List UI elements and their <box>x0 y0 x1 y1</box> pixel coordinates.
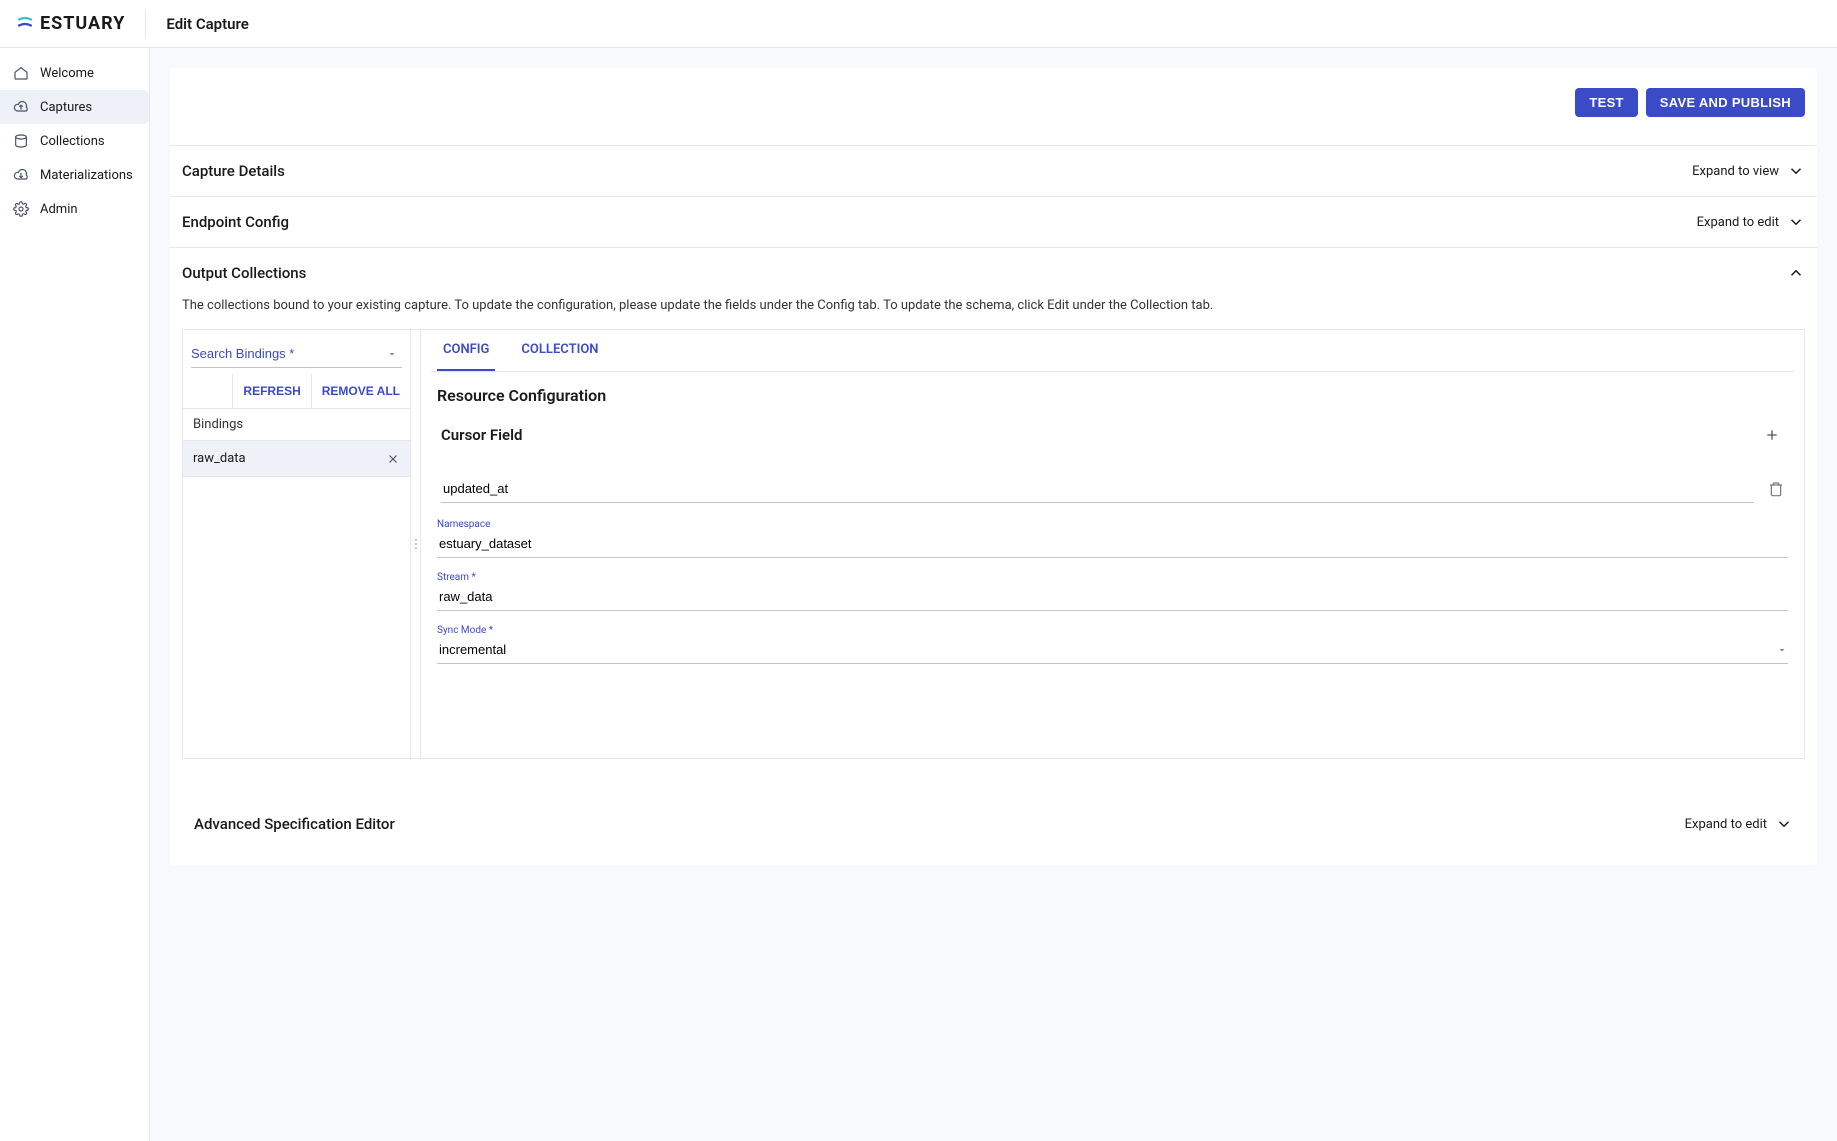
bindings-actions: REFRESH REMOVE ALL <box>183 374 410 409</box>
add-cursor-button[interactable] <box>1756 423 1788 447</box>
chevron-down-icon <box>1775 815 1793 833</box>
action-bar: TEST SAVE AND PUBLISH <box>170 88 1817 145</box>
page-title: Edit Capture <box>166 15 248 33</box>
stream-input[interactable] <box>437 583 1788 611</box>
collections-layout: REFRESH REMOVE ALL Bindings raw_data <box>182 329 1805 759</box>
namespace-field: Namespace <box>431 505 1794 558</box>
sync-mode-label: Sync Mode * <box>437 625 1788 636</box>
sidebar-item-label: Collections <box>40 134 105 149</box>
binding-row[interactable]: raw_data <box>183 441 410 477</box>
namespace-input[interactable] <box>437 530 1788 558</box>
accordion-action <box>1787 264 1805 282</box>
bindings-panel: REFRESH REMOVE ALL Bindings raw_data <box>183 330 411 758</box>
sidebar-item-label: Admin <box>40 202 78 217</box>
content-panel: TEST SAVE AND PUBLISH Capture Details Ex… <box>170 68 1817 865</box>
sync-mode-select[interactable] <box>437 636 1788 664</box>
cursor-field-row <box>431 469 1794 505</box>
accordion-title: Endpoint Config <box>182 213 289 231</box>
accordion-capture-details[interactable]: Capture Details Expand to view <box>170 145 1817 196</box>
chevron-up-icon <box>1787 264 1805 282</box>
sidebar-item-materializations[interactable]: Materializations <box>0 158 149 192</box>
resource-config-title: Resource Configuration <box>431 372 1794 413</box>
brand-logo: ESTUARY <box>16 13 125 34</box>
accordion-output-collections[interactable]: Output Collections <box>170 247 1817 298</box>
home-icon <box>12 64 30 82</box>
output-collections-content: The collections bound to your existing c… <box>170 298 1817 865</box>
test-button[interactable]: TEST <box>1575 88 1637 117</box>
sidebar-item-welcome[interactable]: Welcome <box>0 56 149 90</box>
bindings-header: Bindings <box>183 409 410 441</box>
remove-all-button[interactable]: REMOVE ALL <box>311 374 410 408</box>
tab-config[interactable]: CONFIG <box>437 330 495 371</box>
dropdown-caret-icon <box>386 348 398 360</box>
expand-to-edit-label: Expand to edit <box>1697 215 1779 230</box>
panel-splitter[interactable] <box>411 330 421 758</box>
estuary-logo-icon <box>16 15 34 33</box>
sidebar: Welcome Captures Collections Materializa… <box>0 48 150 1141</box>
sidebar-item-label: Captures <box>40 100 92 115</box>
sync-mode-field: Sync Mode * <box>431 611 1794 664</box>
stream-label: Stream * <box>437 572 1788 583</box>
output-description: The collections bound to your existing c… <box>182 298 1805 313</box>
accordion-title: Advanced Specification Editor <box>194 815 395 833</box>
cloud-download-icon <box>12 166 30 184</box>
expand-to-view-label: Expand to view <box>1692 164 1779 179</box>
main-content: TEST SAVE AND PUBLISH Capture Details Ex… <box>150 48 1837 1141</box>
sidebar-item-captures[interactable]: Captures <box>0 90 149 124</box>
accordion-endpoint-config[interactable]: Endpoint Config Expand to edit <box>170 196 1817 247</box>
accordion-action: Expand to edit <box>1685 815 1793 833</box>
accordion-advanced-editor[interactable]: Advanced Specification Editor Expand to … <box>182 799 1805 849</box>
cloud-upload-icon <box>12 98 30 116</box>
accordion-title: Capture Details <box>182 162 285 180</box>
accordion-title: Output Collections <box>182 264 306 282</box>
sidebar-item-collections[interactable]: Collections <box>0 124 149 158</box>
config-panel: CONFIG COLLECTION Resource Configuration… <box>421 330 1804 758</box>
brand-name: ESTUARY <box>40 13 125 34</box>
config-tabs: CONFIG COLLECTION <box>431 330 1794 372</box>
tab-collection[interactable]: COLLECTION <box>515 330 604 371</box>
accordion-action: Expand to edit <box>1697 213 1805 231</box>
search-bindings-input[interactable] <box>191 340 402 368</box>
binding-name: raw_data <box>193 451 246 466</box>
remove-binding-icon[interactable] <box>386 452 400 466</box>
chevron-down-icon <box>1787 213 1805 231</box>
chevron-down-icon <box>1787 162 1805 180</box>
cursor-field-title: Cursor Field <box>441 426 522 444</box>
stream-field: Stream * <box>431 558 1794 611</box>
expand-to-edit-label: Expand to edit <box>1685 817 1767 832</box>
namespace-label: Namespace <box>437 519 1788 530</box>
sidebar-item-label: Materializations <box>40 168 133 183</box>
sidebar-item-label: Welcome <box>40 66 94 81</box>
accordion-action: Expand to view <box>1692 162 1805 180</box>
cursor-field-input[interactable] <box>441 475 1754 503</box>
header-divider <box>145 10 146 38</box>
search-bindings-wrap <box>183 330 410 374</box>
cursor-field-header: Cursor Field <box>431 413 1794 453</box>
delete-cursor-button[interactable] <box>1764 477 1788 501</box>
app-header: ESTUARY Edit Capture <box>0 0 1837 48</box>
save-publish-button[interactable]: SAVE AND PUBLISH <box>1646 88 1805 117</box>
sidebar-item-admin[interactable]: Admin <box>0 192 149 226</box>
gear-icon <box>12 200 30 218</box>
database-icon <box>12 132 30 150</box>
refresh-button[interactable]: REFRESH <box>232 374 310 408</box>
